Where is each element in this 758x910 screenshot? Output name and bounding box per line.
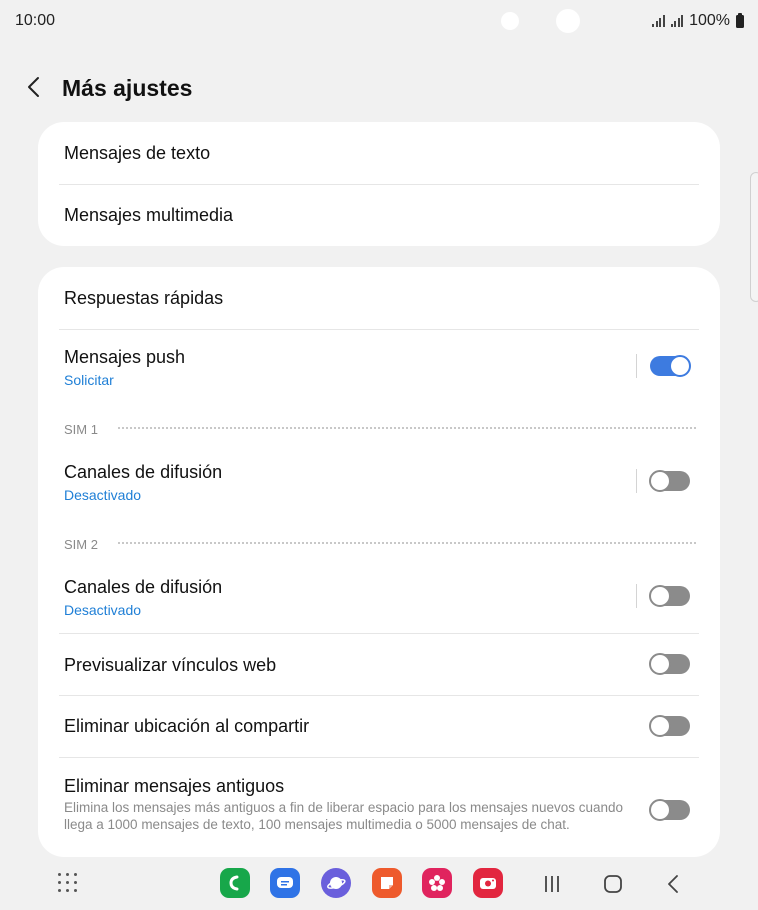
- recent-apps-button[interactable]: [540, 872, 564, 896]
- sim1-broadcast-channels-item[interactable]: Canales de difusión Desactivado: [38, 447, 720, 515]
- link-preview-toggle[interactable]: [649, 653, 690, 675]
- chevron-left-icon: [28, 77, 39, 97]
- push-messages-toggle[interactable]: [650, 355, 691, 377]
- status-bar: 10:00 100%: [0, 0, 758, 44]
- note-icon: [381, 877, 393, 889]
- camera-cutout-icon: [501, 12, 519, 30]
- sim2-broadcast-toggle[interactable]: [649, 585, 690, 607]
- camera-icon: [480, 878, 496, 889]
- sim1-section-label: SIM 1: [64, 422, 98, 437]
- messages-app-icon[interactable]: [270, 868, 300, 898]
- quick-replies-item[interactable]: Respuestas rápidas: [38, 267, 720, 329]
- delete-old-messages-item[interactable]: Eliminar mensajes antiguos Elimina los m…: [38, 758, 720, 857]
- phone-icon: [229, 875, 239, 891]
- signal-icon: [652, 15, 665, 27]
- planet-icon: [327, 877, 346, 889]
- row-title: Respuestas rápidas: [64, 288, 224, 308]
- sim2-section-label: SIM 2: [64, 537, 98, 552]
- row-title: Mensajes push: [64, 347, 186, 367]
- toggle-knob: [669, 355, 691, 377]
- back-icon: [668, 875, 678, 893]
- chat-bubble-icon: [277, 877, 293, 888]
- row-title: Eliminar ubicación al compartir: [64, 716, 310, 736]
- flower-icon: [429, 875, 445, 891]
- delete-old-messages-toggle[interactable]: [649, 799, 690, 821]
- signal-icon: [670, 15, 684, 27]
- row-title: Canales de difusión: [64, 577, 223, 597]
- back-button[interactable]: [22, 74, 48, 100]
- row-subtitle: Solicitar: [64, 372, 114, 388]
- sim1-broadcast-toggle[interactable]: [649, 470, 690, 492]
- internet-app-icon[interactable]: [321, 868, 351, 898]
- recents-icon: [545, 876, 559, 892]
- toggle-knob: [649, 653, 671, 675]
- vertical-separator: [636, 354, 637, 378]
- remove-location-toggle[interactable]: [649, 715, 690, 737]
- toggle-knob: [649, 470, 671, 492]
- remove-location-item[interactable]: Eliminar ubicación al compartir: [38, 696, 720, 757]
- settings-card-messages: Mensajes de texto Mensajes multimedia: [38, 122, 720, 246]
- row-title: Mensajes de texto: [64, 143, 211, 163]
- row-title: Previsualizar vínculos web: [64, 655, 277, 675]
- row-title: Mensajes multimedia: [64, 205, 234, 225]
- camera-app-icon[interactable]: [473, 868, 503, 898]
- multimedia-messages-item[interactable]: Mensajes multimedia: [38, 185, 720, 246]
- section-dotted-line: [118, 542, 696, 544]
- home-button[interactable]: [601, 872, 625, 896]
- toggle-knob: [649, 585, 671, 607]
- camera-cutout-icon: [556, 9, 580, 33]
- battery-icon: [736, 12, 744, 28]
- push-messages-item[interactable]: Mensajes push Solicitar: [38, 330, 720, 400]
- page-header: Más ajustes: [0, 64, 758, 112]
- row-title: Eliminar mensajes antiguos: [64, 776, 285, 796]
- row-title: Canales de difusión: [64, 462, 223, 482]
- sim2-broadcast-channels-item[interactable]: Canales de difusión Desactivado: [38, 562, 720, 632]
- navigation-bar: [0, 858, 758, 910]
- link-preview-item[interactable]: Previsualizar vínculos web: [38, 634, 720, 695]
- text-messages-item[interactable]: Mensajes de texto: [38, 122, 720, 184]
- phone-app-icon[interactable]: [220, 868, 250, 898]
- toggle-knob: [649, 799, 671, 821]
- gallery-app-icon[interactable]: [422, 868, 452, 898]
- row-subtitle: Desactivado: [64, 487, 142, 503]
- page-title: Más ajustes: [62, 75, 193, 101]
- notes-app-icon[interactable]: [372, 868, 402, 898]
- status-time: 10:00: [15, 12, 56, 29]
- row-subtitle: Desactivado: [64, 602, 142, 618]
- row-description: Elimina los mensajes más antiguos a fin …: [64, 800, 624, 832]
- section-dotted-line: [118, 427, 696, 429]
- edge-panel-handle[interactable]: [750, 172, 758, 302]
- app-drawer-grid-icon[interactable]: [58, 873, 80, 895]
- settings-card-options: Respuestas rápidas Mensajes push Solicit…: [38, 267, 720, 857]
- toggle-knob: [649, 715, 671, 737]
- vertical-separator: [636, 469, 637, 493]
- status-indicators: 100%: [652, 12, 744, 30]
- vertical-separator: [636, 584, 637, 608]
- battery-percentage: 100%: [689, 12, 730, 29]
- back-nav-button[interactable]: [662, 872, 686, 896]
- home-icon: [604, 875, 622, 893]
